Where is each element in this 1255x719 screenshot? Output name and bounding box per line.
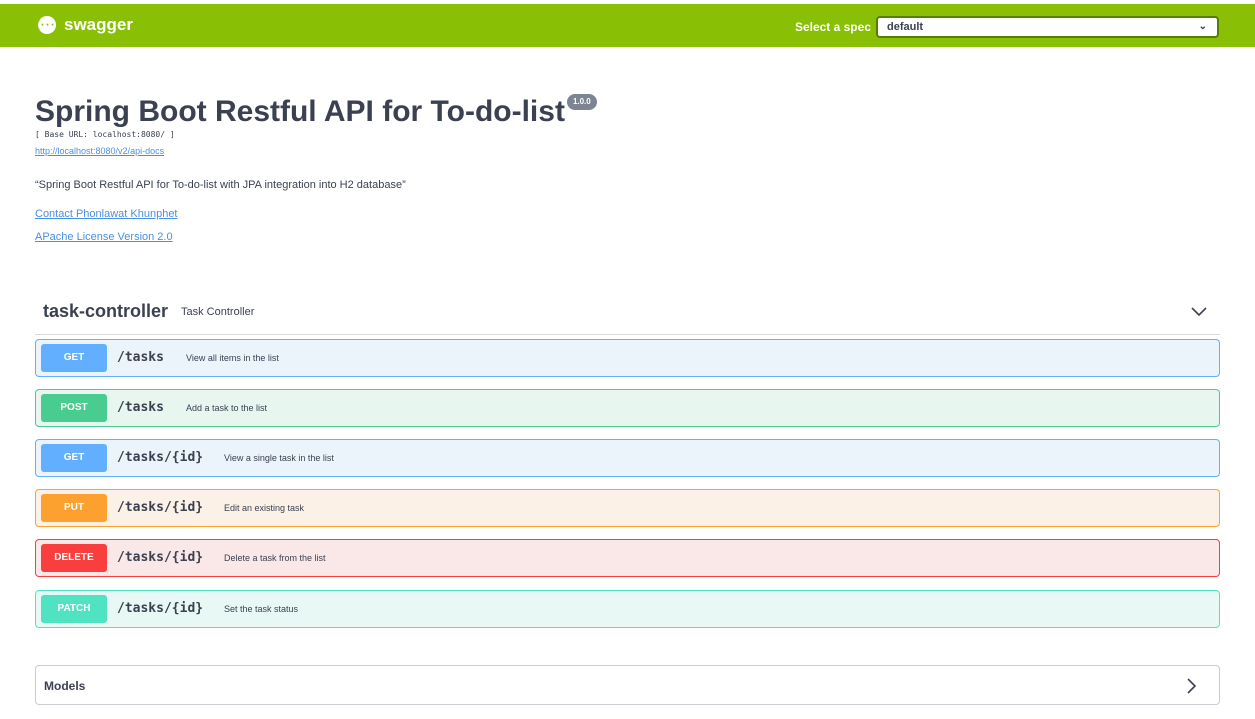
- operation-delete-task[interactable]: DELETE /tasks/{id} Delete a task from th…: [35, 539, 1220, 577]
- operation-summary: View a single task in the list: [224, 453, 334, 463]
- operation-path: /tasks: [117, 350, 164, 365]
- operation-get-task-by-id[interactable]: GET /tasks/{id} View a single task in th…: [35, 439, 1220, 477]
- operation-path: /tasks/{id}: [117, 450, 204, 465]
- api-docs-link[interactable]: http://localhost:8080/v2/api-docs: [35, 146, 164, 156]
- spec-select-value: default: [887, 21, 924, 33]
- method-badge-delete: DELETE: [41, 544, 107, 572]
- api-description: “Spring Boot Restful API for To-do-list …: [35, 179, 406, 191]
- operation-summary: Add a task to the list: [186, 403, 268, 413]
- api-title: Spring Boot Restful API for To-do-list 1.…: [35, 94, 597, 130]
- operation-put-task[interactable]: PUT /tasks/{id} Edit an existing task: [35, 489, 1220, 527]
- contact-link[interactable]: Contact Phonlawat Khunphet: [35, 208, 178, 220]
- swagger-logo[interactable]: {···} swagger: [34, 14, 133, 36]
- method-badge-get: GET: [41, 444, 107, 472]
- swagger-logo-icon: {···}: [34, 16, 61, 34]
- method-badge-get: GET: [41, 344, 107, 372]
- method-badge-put: PUT: [41, 494, 107, 522]
- swagger-logo-text: swagger: [64, 15, 133, 34]
- topbar: {···} swagger Select a spec default ⌄: [0, 4, 1255, 47]
- base-url: [ Base URL: localhost:8080/ ]: [35, 130, 175, 139]
- license-link[interactable]: APache License Version 2.0: [35, 231, 173, 243]
- method-badge-patch: PATCH: [41, 595, 107, 623]
- models-title: Models: [44, 679, 86, 693]
- operation-summary: View all items in the list: [186, 353, 279, 363]
- select-spec-label: Select a spec: [794, 20, 871, 34]
- operation-post-tasks[interactable]: POST /tasks Add a task to the list: [35, 389, 1220, 427]
- operation-path: /tasks/{id}: [117, 500, 204, 515]
- operation-summary: Set the task status: [224, 604, 299, 614]
- operation-path: /tasks/{id}: [117, 550, 204, 565]
- chevron-right-icon[interactable]: [1185, 677, 1197, 695]
- tag-description: Task Controller: [181, 306, 255, 318]
- operation-summary: Edit an existing task: [224, 503, 305, 513]
- operation-path: /tasks/{id}: [117, 601, 204, 616]
- spec-select[interactable]: default ⌄: [876, 16, 1219, 38]
- chevron-down-icon[interactable]: [1190, 305, 1208, 319]
- models-section[interactable]: Models: [35, 665, 1220, 705]
- api-title-text: Spring Boot Restful API for To-do-list: [35, 95, 565, 128]
- tag-name: task-controller: [43, 301, 169, 321]
- chevron-down-icon: ⌄: [1198, 21, 1207, 32]
- method-badge-post: POST: [41, 394, 107, 422]
- tag-section-task-controller[interactable]: task-controller Task Controller: [35, 296, 1220, 335]
- operation-summary: Delete a task from the list: [224, 553, 326, 563]
- version-badge: 1.0.0: [566, 94, 597, 110]
- operation-patch-task[interactable]: PATCH /tasks/{id} Set the task status: [35, 590, 1220, 628]
- operation-path: /tasks: [117, 400, 164, 415]
- operation-get-tasks[interactable]: GET /tasks View all items in the list: [35, 339, 1220, 377]
